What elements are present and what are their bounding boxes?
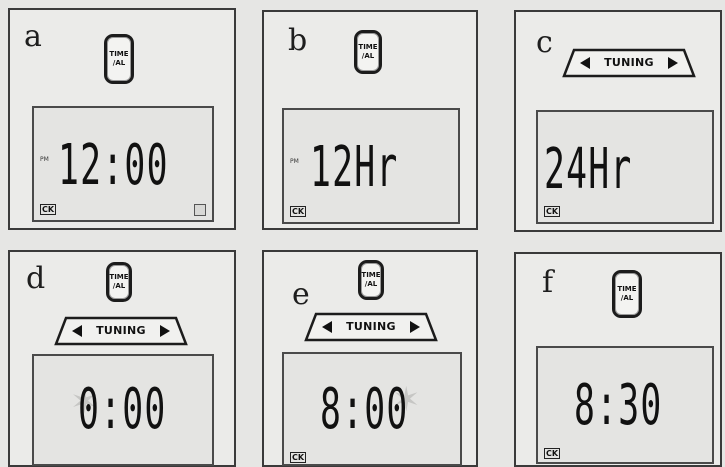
panel-letter: e xyxy=(292,277,310,312)
button-label-line2: /AL xyxy=(112,282,126,290)
panel-e: e TIME /AL TUNING ✶ 8:00 CK xyxy=(262,250,478,467)
pm-indicator: PM xyxy=(40,156,49,163)
time-al-button[interactable]: TIME /AL xyxy=(354,30,382,74)
display-digits: 12:00 xyxy=(58,133,169,198)
tuning-button[interactable]: TUNING xyxy=(304,312,438,342)
button-label-line2: /AL xyxy=(364,280,378,288)
ck-indicator: CK xyxy=(544,206,561,217)
button-label-line2: /AL xyxy=(112,59,126,67)
tuning-label: TUNING xyxy=(346,320,396,333)
panel-letter: f xyxy=(542,265,554,300)
ck-indicator: CK xyxy=(290,452,307,463)
pm-indicator: PM xyxy=(290,158,299,165)
button-label-line1: TIME xyxy=(358,43,378,51)
ck-indicator: CK xyxy=(544,448,561,459)
tuning-label: TUNING xyxy=(96,324,146,337)
panel-a: a TIME /AL PM 12:00 CK xyxy=(8,8,236,230)
display-digits: 24Hr xyxy=(544,137,633,202)
button-label-line2: /AL xyxy=(620,294,634,302)
lcd-display: ✶ 8:00 CK xyxy=(282,352,462,466)
panel-f: f TIME /AL 8:30 CK xyxy=(514,252,722,467)
button-label-line2: /AL xyxy=(361,52,375,60)
time-al-button[interactable]: TIME /AL xyxy=(106,262,132,302)
ck-indicator: CK xyxy=(290,206,307,217)
panel-letter: d xyxy=(26,261,46,296)
tuning-button[interactable]: TUNING xyxy=(54,316,188,346)
time-al-button[interactable]: TIME /AL xyxy=(358,260,384,300)
time-al-button[interactable]: TIME /AL xyxy=(612,270,642,318)
panel-letter: c xyxy=(536,25,553,60)
lcd-display: 24Hr CK xyxy=(536,110,714,224)
panel-d: d TIME /AL TUNING ✶ 0:00 xyxy=(8,250,236,467)
tuning-button[interactable]: TUNING xyxy=(562,48,696,78)
tuning-label: TUNING xyxy=(604,56,654,69)
panel-letter: a xyxy=(24,19,42,54)
button-label-line1: TIME xyxy=(109,273,129,281)
display-digits: 8:00 xyxy=(320,377,409,442)
button-label-line1: TIME xyxy=(109,50,129,58)
lcd-display: PM 12Hr CK xyxy=(282,108,460,224)
alarm-corner-icon xyxy=(194,204,206,216)
lcd-display: ✶ 0:00 xyxy=(32,354,214,466)
lcd-display: 8:30 CK xyxy=(536,346,714,464)
button-label-line1: TIME xyxy=(361,271,381,279)
button-label-line1: TIME xyxy=(617,285,637,293)
lcd-display: PM 12:00 CK xyxy=(32,106,214,222)
panel-letter: b xyxy=(288,23,308,58)
panel-c: c TUNING 24Hr CK xyxy=(514,10,722,232)
time-al-button[interactable]: TIME /AL xyxy=(104,34,134,84)
display-digits: 0:00 xyxy=(78,377,167,442)
panel-b: b TIME /AL PM 12Hr CK xyxy=(262,10,478,230)
display-digits: 12Hr xyxy=(310,135,399,200)
ck-indicator: CK xyxy=(40,204,57,215)
display-digits: 8:30 xyxy=(574,373,663,438)
